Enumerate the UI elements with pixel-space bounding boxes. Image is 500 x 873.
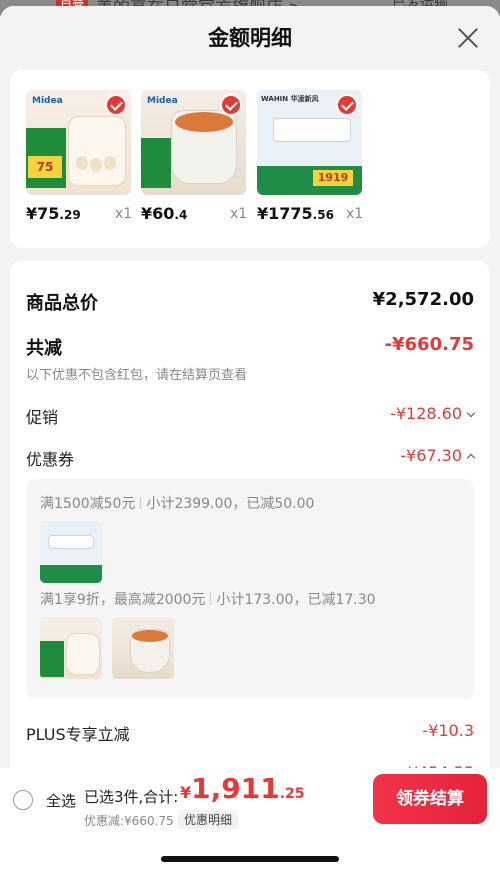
plus-discount-value: -¥10.3	[422, 721, 474, 740]
product-thumbnail: WAHIN 华凌新风 1919	[257, 90, 362, 195]
home-indicator[interactable]	[161, 856, 339, 862]
selection-summary: 已选3件,合计:	[84, 788, 179, 806]
plus-discount-label: PLUS专享立减	[26, 725, 130, 744]
product-item[interactable]: Midea 75 ¥75.29 x1	[26, 90, 136, 223]
promotion-label: 促销	[26, 408, 59, 427]
coupon-label: 优惠券	[26, 450, 75, 469]
total-price-label: 商品总价	[26, 293, 98, 314]
thumb-price-tag: 75	[28, 156, 62, 178]
total-price-value: ¥2,572.00	[372, 289, 474, 310]
coupon-product-thumbnail	[40, 617, 102, 679]
selected-check-icon[interactable]	[336, 94, 358, 116]
product-qty: x1	[230, 206, 248, 222]
coupon-rule: 满1享9折，最高减2000元 小计173.00，已减17.30	[40, 589, 376, 609]
saved-amount: 优惠减:¥660.75	[84, 814, 174, 828]
sheet-title: 金额明细	[208, 26, 292, 50]
coupon-rule-subtotal: 小计173.00，已减17.30	[216, 592, 376, 608]
product-price: ¥60.4	[141, 204, 188, 223]
reduce-note: 以下优惠不包含红包，请在结算页查看	[26, 368, 248, 383]
product-qty: x1	[115, 206, 133, 222]
selected-check-icon[interactable]	[105, 94, 127, 116]
coupon-rule: 满1500减50元 小计2399.00，已减50.00	[40, 493, 314, 513]
sheet-header: 金额明细	[0, 6, 500, 68]
select-all-radio[interactable]	[13, 790, 33, 810]
checkout-button[interactable]: 领券结算	[373, 774, 487, 824]
promotion-value: -¥128.60	[390, 404, 476, 423]
product-strip: Midea 75 ¥75.29 x1 Midea ¥60.4 x1 WAHIN …	[10, 70, 490, 248]
product-item[interactable]: WAHIN 华凌新风 1919 ¥1775.56 x1	[257, 90, 367, 223]
coupon-value: -¥67.30	[400, 446, 476, 465]
coupon-product-thumbnail	[40, 521, 102, 583]
coupon-detail-box: 满1500减50元 小计2399.00，已减50.00 满1享9折，最高减2000…	[26, 479, 474, 699]
coupon-rule-subtotal: 小计2399.00，已减50.00	[146, 496, 315, 512]
product-price: ¥75.29	[26, 204, 81, 223]
product-qty: x1	[346, 206, 364, 222]
product-thumbnail: Midea	[141, 90, 246, 195]
amount-detail-sheet: 金额明细 Midea 75 ¥75.29 x1 Midea ¥60.4 x1 W…	[0, 6, 500, 873]
brand-logo: Midea	[32, 96, 63, 106]
selected-check-icon[interactable]	[220, 94, 242, 116]
select-all-label[interactable]: 全选	[46, 790, 76, 811]
thumb-price-tag: 1919	[313, 170, 353, 186]
discount-detail-button[interactable]: 优惠明细	[178, 810, 239, 829]
chevron-up-icon[interactable]	[466, 453, 476, 463]
total-reduce-label: 共减	[26, 338, 62, 359]
coupon-rule-title: 满1500减50元	[40, 496, 136, 512]
brand-logo: WAHIN 华凌新风	[261, 95, 319, 103]
product-thumbnail: Midea 75	[26, 90, 131, 195]
checkout-bar: 全选 已选3件,合计: ¥1,911.25 优惠减:¥660.75 优惠明细 领…	[0, 768, 500, 873]
brand-logo: Midea	[147, 96, 178, 106]
total-amount: ¥1,911.25	[180, 772, 305, 805]
product-price: ¥1775.56	[257, 204, 334, 223]
close-icon[interactable]	[456, 26, 480, 50]
chevron-down-icon[interactable]	[466, 408, 476, 418]
coupon-product-thumbnail	[112, 617, 174, 679]
product-item[interactable]: Midea ¥60.4 x1	[141, 90, 251, 223]
coupon-rule-title: 满1享9折，最高减2000元	[40, 592, 206, 608]
total-reduce-value: -¥660.75	[384, 334, 474, 355]
